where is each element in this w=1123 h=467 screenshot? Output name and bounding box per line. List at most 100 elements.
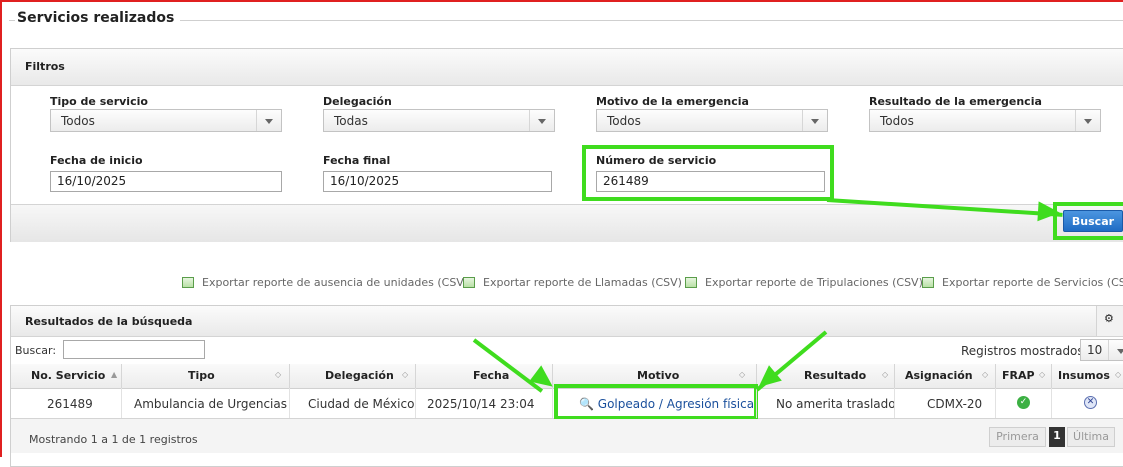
close-circle-icon[interactable]: ✕ <box>1084 396 1097 409</box>
col-tipo[interactable]: Tipo <box>188 369 215 382</box>
sort-icon: ◇ <box>739 370 746 379</box>
pagination-current[interactable]: 1 <box>1049 427 1065 447</box>
col-divider <box>756 388 757 418</box>
sort-icon: ◇ <box>275 370 282 379</box>
sort-icon: ◇ <box>402 370 409 379</box>
export-llamadas-label: Exportar reporte de Llamadas (CSV) <box>483 276 682 289</box>
cell-no-servicio: 261489 <box>47 397 93 411</box>
tipo-servicio-label: Tipo de servicio <box>50 95 148 108</box>
col-divider <box>894 388 895 418</box>
col-divider <box>1051 388 1052 418</box>
delegacion-value: Todas <box>334 114 368 128</box>
results-summary: Mostrando 1 a 1 de 1 registros <box>29 433 198 446</box>
sort-icon: ◇ <box>882 370 889 379</box>
col-divider <box>121 364 122 388</box>
tipo-servicio-select[interactable]: Todos <box>50 109 282 132</box>
pagination-first[interactable]: Primera <box>989 427 1046 447</box>
col-delegacion[interactable]: Delegación <box>325 369 394 382</box>
table-row[interactable]: 261489 Ambulancia de Urgencias Ciudad de… <box>11 384 1123 420</box>
records-shown-label: Registros mostrados: <box>961 344 1088 358</box>
col-fecha[interactable]: Fecha <box>473 369 509 382</box>
col-divider <box>415 388 416 418</box>
spreadsheet-icon <box>685 277 697 288</box>
col-frap[interactable]: FRAP <box>1002 369 1035 382</box>
sort-icon: ◇ <box>1039 370 1046 379</box>
motivo-select[interactable]: Todos <box>596 109 828 132</box>
fecha-final-label: Fecha final <box>323 154 391 167</box>
col-resultado[interactable]: Resultado <box>804 369 866 382</box>
export-llamadas-link[interactable]: Exportar reporte de Llamadas (CSV) <box>463 276 682 289</box>
chevron-down-icon <box>1075 110 1100 131</box>
resultado-select[interactable]: Todos <box>869 109 1101 132</box>
fecha-inicio-input[interactable]: 16/10/2025 <box>50 171 282 192</box>
export-ausencia-label: Exportar reporte de ausencia de unidades… <box>202 276 469 289</box>
fecha-final-input[interactable]: 16/10/2025 <box>323 171 552 192</box>
arrowhead-icon <box>1037 201 1061 223</box>
cell-fecha: 2025/10/14 23:04 <box>427 397 535 411</box>
spreadsheet-icon <box>922 277 934 288</box>
chevron-down-icon <box>256 110 281 131</box>
gear-icon: ⚙ <box>1104 312 1114 325</box>
motivo-label: Motivo de la emergencia <box>596 95 749 108</box>
col-divider <box>121 388 122 418</box>
sort-icon: ◇ <box>1115 370 1122 379</box>
col-divider <box>995 388 996 418</box>
chevron-down-icon <box>1108 340 1123 360</box>
cell-resultado: No amerita traslado <box>776 397 896 411</box>
col-divider <box>995 364 996 388</box>
results-toolbar: Buscar: Registros mostrados: 10 <box>11 336 1123 365</box>
col-divider <box>289 364 290 388</box>
records-shown-select[interactable]: 10 <box>1080 339 1123 361</box>
export-tripulaciones-link[interactable]: Exportar reporte de Tripulaciones (CSV) <box>685 276 923 289</box>
title-divider <box>150 20 1123 21</box>
filters-panel: Filtros Tipo de servicio Todos Delegació… <box>10 48 1123 242</box>
col-divider <box>1051 364 1052 388</box>
buscar-button[interactable]: Buscar <box>1063 210 1123 232</box>
tipo-servicio-value: Todos <box>61 114 95 128</box>
delegacion-select[interactable]: Todas <box>323 109 555 132</box>
delegacion-label: Delegación <box>323 95 392 108</box>
title-divider-left <box>9 20 15 21</box>
resultado-label: Resultado de la emergencia <box>869 95 1042 108</box>
export-ausencia-link[interactable]: Exportar reporte de ausencia de unidades… <box>182 276 468 289</box>
pagination-last[interactable]: Última <box>1067 427 1115 447</box>
cell-tipo: Ambulancia de Urgencias <box>134 397 287 411</box>
col-divider <box>552 388 553 418</box>
records-shown-value: 10 <box>1087 343 1103 357</box>
cell-delegacion: Ciudad de México <box>308 397 415 411</box>
col-asignacion[interactable]: Asignación <box>905 369 973 382</box>
col-divider <box>289 388 290 418</box>
spreadsheet-icon <box>463 277 475 288</box>
col-divider <box>415 364 416 388</box>
numero-servicio-label: Número de servicio <box>596 154 717 167</box>
export-servicios-link[interactable]: Exportar reporte de Servicios (CSV) <box>922 276 1123 289</box>
resultado-value: Todos <box>880 114 914 128</box>
magnifier-icon: 🔍 <box>579 397 594 411</box>
fecha-inicio-label: Fecha de inicio <box>50 154 143 167</box>
numero-servicio-input[interactable]: 261489 <box>596 171 825 192</box>
page-title: Servicios realizados <box>17 10 181 26</box>
col-divider <box>894 364 895 388</box>
results-title: Resultados de la búsqueda <box>25 315 193 328</box>
cell-motivo: Golpeado / Agresión física <box>597 397 755 411</box>
sort-asc-icon: ▲ <box>111 370 118 379</box>
results-search-input[interactable] <box>63 340 205 359</box>
chevron-down-icon <box>529 110 554 131</box>
results-header: Resultados de la búsqueda ⚙ <box>11 306 1123 337</box>
cell-motivo-link[interactable]: 🔍 Golpeado / Agresión física <box>579 397 754 411</box>
col-motivo[interactable]: Motivo <box>637 369 679 382</box>
results-search-label: Buscar: <box>15 344 57 357</box>
col-insumos[interactable]: Insumos <box>1058 369 1110 382</box>
settings-button[interactable]: ⚙ <box>1096 306 1123 336</box>
spreadsheet-icon <box>182 277 194 288</box>
cell-asignacion: CDMX-20 <box>927 397 983 411</box>
col-no-servicio[interactable]: No. Servicio <box>31 369 105 382</box>
results-panel: Resultados de la búsqueda ⚙ Buscar: Regi… <box>10 305 1123 467</box>
export-servicios-label: Exportar reporte de Servicios (CSV) <box>942 276 1123 289</box>
check-icon[interactable]: ✓ <box>1017 396 1030 409</box>
filters-header: Filtros <box>11 49 1123 86</box>
motivo-value: Todos <box>607 114 641 128</box>
export-tripulaciones-label: Exportar reporte de Tripulaciones (CSV) <box>705 276 923 289</box>
filters-title: Filtros <box>25 60 65 73</box>
chevron-down-icon <box>802 110 827 131</box>
